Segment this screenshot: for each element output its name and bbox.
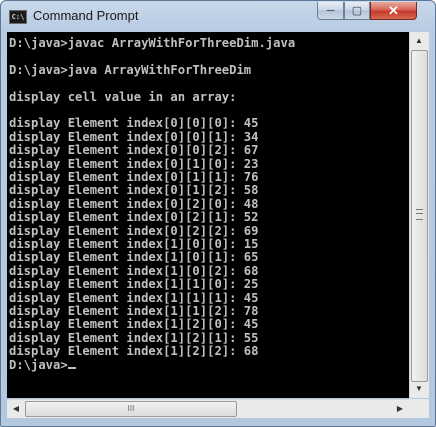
console-line: display Element index[1][0][2]: 68 [9,263,259,278]
scroll-down-arrow-icon[interactable]: ▼ [411,381,427,397]
console-line: display Element index[1][2][0]: 45 [9,317,259,332]
console-line: display Element index[0][0][2]: 67 [9,143,259,158]
horizontal-scrollbar[interactable]: ◀ III ▶ [7,399,409,418]
scroll-right-arrow-icon[interactable]: ▶ [392,401,408,417]
console-line: display Element index[0][2][0]: 48 [9,196,259,211]
text-cursor [67,366,76,369]
scroll-left-arrow-icon[interactable]: ◀ [8,401,24,417]
vertical-scrollbar[interactable]: ▲ ▼ [409,32,429,398]
console-line: display Element index[0][0][0]: 45 [9,116,259,131]
scrollbar-corner [409,399,429,418]
close-button[interactable]: ✕ [370,2,417,20]
title-bar[interactable]: C:\ Command Prompt ─ ▢ ✕ [1,1,435,31]
console-line: D:\java>java ArrayWithForThreeDim [9,62,252,77]
console-line: display Element index[1][0][0]: 15 [9,237,259,251]
command-prompt-window: C:\ Command Prompt ─ ▢ ✕ D:\java>javac A… [0,0,436,427]
command-prompt-icon[interactable]: C:\ [9,10,27,24]
console-line: display Element index[0][1][2]: 58 [9,183,259,198]
console-output[interactable]: D:\java>javac ArrayWithForThreeDim.java D… [7,32,409,398]
scroll-up-arrow-icon[interactable]: ▲ [411,33,427,49]
console-line: D:\java>javac ArrayWithForThreeDim.java [9,36,296,50]
console-line: display Element index[0][1][0]: 23 [9,156,259,171]
console-line: display Element index[1][1][1]: 45 [9,290,259,305]
console-line: display Element index[0][0][1]: 34 [9,129,259,144]
console-line: display Element index[0][2][1]: 52 [9,210,259,225]
console-prompt: D:\java> [9,357,68,372]
maximize-button[interactable]: ▢ [344,2,370,20]
console-line: display Element index[1][2][2]: 68 [9,344,259,359]
grip-icon [416,209,423,220]
console-line: display Element index[1][0][1]: 65 [9,250,259,265]
console-line: display cell value in an array: [9,89,237,104]
console-line: display Element index[1][1][0]: 25 [9,277,259,292]
vertical-scroll-thumb[interactable] [411,50,428,382]
minimize-button[interactable]: ─ [317,2,344,20]
console-line: display Element index[1][1][2]: 78 [9,304,259,318]
window-title: Command Prompt [33,8,139,23]
console-prompt-line: D:\java> [9,357,76,372]
console-line: display Element index[0][2][2]: 69 [9,223,259,238]
console-line: display Element index[1][2][1]: 55 [9,330,259,345]
horizontal-scroll-thumb[interactable]: III [25,401,237,417]
console-line: display Element index[0][1][1]: 76 [9,170,259,184]
